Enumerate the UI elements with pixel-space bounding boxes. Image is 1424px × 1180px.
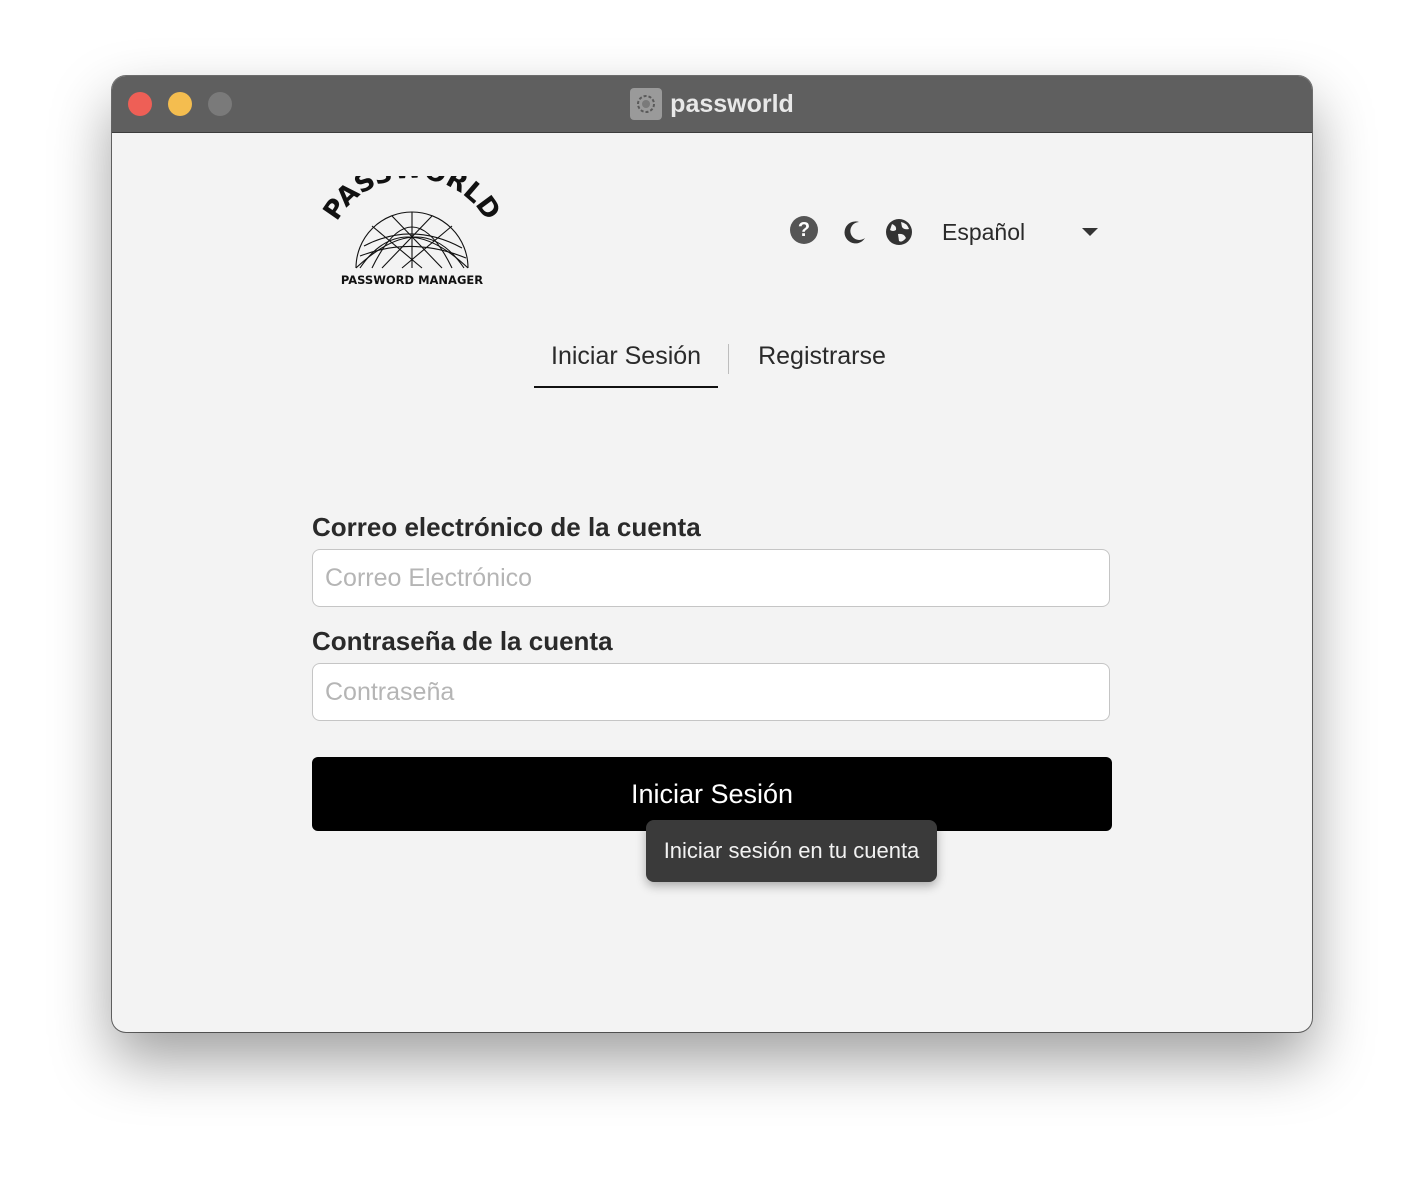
language-select[interactable]: Español <box>934 212 1114 252</box>
auth-tabs: Iniciar Sesión Registrarse <box>534 336 903 388</box>
passworld-logo: PASSWORLD PASSWORD MANAGER <box>318 176 506 287</box>
email-field[interactable] <box>312 549 1110 607</box>
password-label: Contraseña de la cuenta <box>312 626 613 656</box>
login-tooltip: Iniciar sesión en tu cuenta <box>646 820 937 882</box>
app-icon <box>630 88 663 120</box>
help-glyph: ? <box>797 218 811 241</box>
title-bar[interactable]: passworld <box>112 76 1312 133</box>
moon-icon[interactable] <box>840 217 870 247</box>
language-selected-value: Español <box>942 218 1026 245</box>
help-icon[interactable]: ? <box>790 216 818 244</box>
window-title-group: passworld <box>112 76 1312 132</box>
globe-icon <box>884 217 914 247</box>
app-window: passworld PASSWORLD PASSWORD MANAGER ? <box>112 76 1312 1032</box>
tab-login[interactable]: Iniciar Sesión <box>534 336 719 388</box>
email-label: Correo electrónico de la cuenta <box>312 512 701 542</box>
window-title: passworld <box>670 89 794 118</box>
logo-subtitle: PASSWORD MANAGER <box>341 273 483 287</box>
tab-register[interactable]: Registrarse <box>741 336 903 386</box>
tab-separator <box>728 344 730 374</box>
chevron-down-icon <box>1082 228 1098 236</box>
password-field[interactable] <box>312 663 1110 721</box>
